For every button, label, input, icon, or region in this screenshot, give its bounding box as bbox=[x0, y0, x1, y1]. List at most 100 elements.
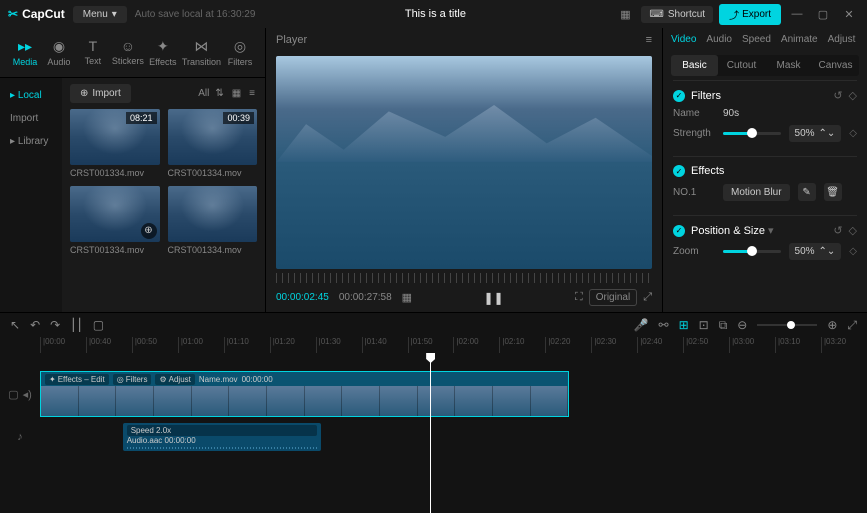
pointer-tool-icon[interactable]: ↖ bbox=[10, 318, 20, 332]
zoom-in-icon[interactable]: ⊕ bbox=[827, 318, 837, 332]
video-clip[interactable]: ✦ Effects – Edit ◎ Filters ⚙ Adjust Name… bbox=[40, 371, 569, 417]
tab-stickers[interactable]: ☺Stickers bbox=[110, 34, 146, 71]
clip-card[interactable]: CRST001334.mov bbox=[168, 186, 258, 255]
zoom-slider-track[interactable] bbox=[757, 324, 817, 326]
zoom-thumb[interactable] bbox=[787, 321, 795, 329]
clip-thumbnail: 08:21 bbox=[70, 109, 160, 165]
subtab-mask[interactable]: Mask bbox=[765, 55, 812, 76]
minimize-button[interactable]: — bbox=[787, 4, 807, 24]
delete-tool-icon[interactable]: ▢ bbox=[93, 318, 104, 332]
menu-button[interactable]: Menu ▾ bbox=[73, 6, 127, 23]
sidebar-item-import[interactable]: Import bbox=[0, 107, 62, 130]
reset-icon[interactable]: ↺ bbox=[833, 224, 842, 237]
tab-text[interactable]: TText bbox=[76, 34, 110, 71]
strength-value[interactable]: 50%⌃⌄ bbox=[789, 125, 842, 142]
check-icon[interactable]: ✓ bbox=[673, 165, 685, 177]
fit-icon[interactable]: ⤢ bbox=[847, 318, 857, 333]
lock-icon[interactable]: ▢ bbox=[8, 388, 18, 401]
audio-name: Audio.aac bbox=[127, 436, 163, 445]
keyframe-icon[interactable]: ◇ bbox=[849, 89, 857, 102]
tab-effects[interactable]: ✦Effects bbox=[146, 34, 180, 71]
zoom-value[interactable]: 50%⌃⌄ bbox=[789, 243, 842, 260]
app-logo: ✂ CapCut bbox=[8, 7, 65, 21]
ruler-tick: |01:10 bbox=[224, 337, 270, 353]
mic-icon[interactable]: 🎤 bbox=[634, 318, 649, 332]
timeline-ruler[interactable]: |00:00 |00:40 |00:50 |01:00 |01:10 |01:2… bbox=[0, 337, 867, 353]
tab-adjust[interactable]: Adjust bbox=[828, 34, 856, 45]
snap-icon[interactable]: ⊞ bbox=[679, 318, 689, 332]
tab-animate[interactable]: Animate bbox=[781, 34, 818, 45]
maximize-button[interactable]: ▢ bbox=[813, 4, 833, 24]
player-ruler[interactable] bbox=[276, 273, 652, 283]
check-icon[interactable]: ✓ bbox=[673, 90, 685, 102]
prop-label: NO.1 bbox=[673, 187, 715, 198]
fullscreen-icon[interactable]: ⤢ bbox=[643, 291, 652, 304]
ruler-tick: |02:00 bbox=[453, 337, 499, 353]
sidebar-item-local[interactable]: ▸ Local bbox=[0, 84, 62, 107]
audio-time: 00:00:00 bbox=[165, 436, 196, 445]
player-preview[interactable] bbox=[276, 56, 652, 269]
edit-icon[interactable]: ✎ bbox=[798, 183, 816, 201]
tab-speed[interactable]: Speed bbox=[742, 34, 771, 45]
ratio-icon[interactable]: ⛶ bbox=[575, 291, 583, 304]
filter-all[interactable]: All bbox=[198, 88, 209, 99]
split-icon[interactable]: ⎮⎮ bbox=[70, 318, 83, 332]
current-time: 00:00:02:45 bbox=[276, 292, 329, 303]
filters-badge[interactable]: ◎ Filters bbox=[113, 374, 152, 385]
keyframe-icon[interactable]: ◇ bbox=[849, 128, 857, 139]
subtab-canvas[interactable]: Canvas bbox=[812, 55, 859, 76]
grid-icon[interactable]: ▦ bbox=[402, 291, 412, 304]
zoom-slider[interactable] bbox=[723, 250, 781, 253]
stepper-icon[interactable]: ⌃⌄ bbox=[819, 128, 836, 139]
list-view-icon[interactable]: ≡ bbox=[247, 86, 257, 101]
add-clip-icon[interactable]: ⊕ bbox=[141, 223, 157, 239]
pause-button[interactable]: ❚❚ bbox=[483, 291, 503, 305]
player-menu-icon[interactable]: ≡ bbox=[646, 34, 652, 46]
mute-icon[interactable]: ◂) bbox=[23, 388, 32, 401]
effects-icon: ✦ bbox=[157, 38, 169, 55]
ruler-tick: |00:40 bbox=[86, 337, 132, 353]
keyframe-icon[interactable]: ◇ bbox=[849, 246, 857, 257]
grid-view-icon[interactable]: ▦ bbox=[230, 86, 243, 101]
subtab-basic[interactable]: Basic bbox=[671, 55, 718, 76]
undo-icon[interactable]: ↶ bbox=[30, 318, 40, 332]
tool-icon[interactable]: ⊡ bbox=[699, 318, 709, 332]
delete-icon[interactable]: 🗑 bbox=[824, 183, 842, 201]
strength-slider[interactable] bbox=[723, 132, 781, 135]
export-button[interactable]: ⤴ Export bbox=[719, 4, 781, 25]
timeline-tracks[interactable]: ▢ ◂) ✦ Effects – Edit ◎ Filters ⚙ Adjust … bbox=[0, 353, 867, 513]
tab-media[interactable]: ▸▸Media bbox=[8, 34, 42, 71]
import-button[interactable]: ⊕Import bbox=[70, 84, 131, 103]
layout-icon[interactable]: ▦ bbox=[615, 4, 635, 24]
playhead[interactable] bbox=[430, 353, 431, 513]
tab-audio[interactable]: ◉Audio bbox=[42, 34, 76, 71]
crop-icon[interactable]: ⧉ bbox=[719, 318, 728, 333]
clip-card[interactable]: 08:21CRST001334.mov bbox=[70, 109, 160, 178]
redo-icon[interactable]: ↷ bbox=[50, 318, 60, 332]
zoom-out-icon[interactable]: ⊖ bbox=[737, 318, 747, 332]
close-button[interactable]: ✕ bbox=[839, 4, 859, 24]
clip-card[interactable]: ⊕CRST001334.mov bbox=[70, 186, 160, 255]
link-icon[interactable]: ⚯ bbox=[659, 318, 669, 332]
side-label: Import bbox=[10, 113, 38, 124]
subtab-cutout[interactable]: Cutout bbox=[718, 55, 765, 76]
project-title[interactable]: This is a title bbox=[263, 8, 607, 20]
clip-card[interactable]: 00:39CRST001334.mov bbox=[168, 109, 258, 178]
stepper-icon[interactable]: ⌃⌄ bbox=[819, 246, 836, 257]
chevron-down-icon[interactable]: ▾ bbox=[768, 225, 774, 237]
adjust-badge[interactable]: ⚙ Adjust bbox=[155, 374, 194, 385]
original-button[interactable]: Original bbox=[589, 289, 637, 306]
tab-video[interactable]: Video bbox=[671, 34, 696, 45]
tab-audio-props[interactable]: Audio bbox=[706, 34, 732, 45]
check-icon[interactable]: ✓ bbox=[673, 225, 685, 237]
tab-transition[interactable]: ⋈Transition bbox=[180, 34, 223, 71]
sidebar-item-library[interactable]: ▸ Library bbox=[0, 130, 62, 153]
audio-track-icon[interactable]: ♪ bbox=[17, 431, 23, 443]
audio-clip[interactable]: Speed 2.0x Audio.aac 00:00:00 bbox=[123, 423, 321, 451]
keyframe-icon[interactable]: ◇ bbox=[849, 224, 857, 237]
shortcut-button[interactable]: ⌨ Shortcut bbox=[641, 6, 713, 23]
effects-badge[interactable]: ✦ Effects – Edit bbox=[45, 374, 109, 385]
tab-filters[interactable]: ◎Filters bbox=[223, 34, 257, 71]
sort-icon[interactable]: ⇅ bbox=[213, 86, 225, 101]
reset-icon[interactable]: ↺ bbox=[833, 89, 842, 102]
